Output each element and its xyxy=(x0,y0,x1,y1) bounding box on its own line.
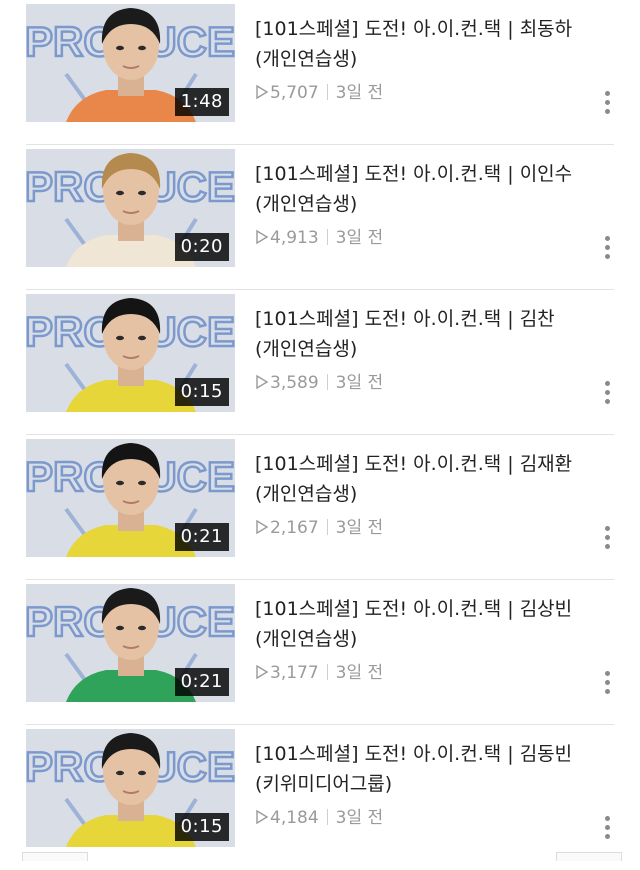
meta-divider xyxy=(326,519,328,535)
eye-shape xyxy=(116,335,124,341)
view-count: 4,913 xyxy=(270,228,319,248)
meta-divider xyxy=(326,664,328,680)
video-title[interactable]: [101스페셜] 도전! 아.이.컨.택 | 김상빈 (개인연습생) xyxy=(255,594,595,654)
bottom-tab-edge xyxy=(22,852,88,861)
video-meta: 5,707 3일 전 xyxy=(255,78,383,108)
video-meta: 4,913 3일 전 xyxy=(255,223,383,253)
duration-badge: 0:21 xyxy=(174,523,229,551)
video-thumbnail[interactable]: PRODUCE 1:48 xyxy=(26,4,235,122)
video-list-item[interactable]: PRODUCE 0:15 [101스페셜] 도전! 아.이.컨.택 | 김동빈 … xyxy=(0,725,640,870)
play-count-icon xyxy=(256,84,269,100)
more-options-icon[interactable] xyxy=(602,378,614,408)
play-count-icon xyxy=(256,374,269,390)
eye-shape xyxy=(138,190,146,196)
video-meta: 3,589 3일 전 xyxy=(255,368,383,398)
video-thumbnail[interactable]: PRODUCE 0:20 xyxy=(26,149,235,267)
video-thumbnail[interactable]: PRODUCE 0:21 xyxy=(26,584,235,702)
eye-shape xyxy=(138,625,146,631)
video-list-item[interactable]: PRODUCE 0:15 [101스페셜] 도전! 아.이.컨.택 | 김찬 (… xyxy=(0,290,640,435)
bottom-tab-edge xyxy=(556,852,622,861)
video-title[interactable]: [101스페셜] 도전! 아.이.컨.택 | 이인수 (개인연습생) xyxy=(255,159,595,219)
play-count-icon xyxy=(256,519,269,535)
video-thumbnail[interactable]: PRODUCE 0:15 xyxy=(26,294,235,412)
duration-badge: 0:20 xyxy=(174,233,229,261)
eye-shape xyxy=(138,335,146,341)
more-options-icon[interactable] xyxy=(602,668,614,698)
video-thumbnail[interactable]: PRODUCE 0:21 xyxy=(26,439,235,557)
upload-age: 3일 전 xyxy=(335,83,384,103)
eye-shape xyxy=(116,770,124,776)
duration-badge: 0:15 xyxy=(174,813,229,841)
meta-divider xyxy=(326,84,328,100)
view-count: 2,167 xyxy=(270,518,319,538)
view-count: 5,707 xyxy=(270,83,319,103)
video-list-item[interactable]: PRODUCE 1:48 [101스페셜] 도전! 아.이.컨.택 | 최동하 … xyxy=(0,0,640,145)
video-list-item[interactable]: PRODUCE 0:21 [101스페셜] 도전! 아.이.컨.택 | 김재환 … xyxy=(0,435,640,580)
duration-badge: 1:48 xyxy=(174,88,229,116)
eye-shape xyxy=(138,480,146,486)
view-count: 3,589 xyxy=(270,373,319,393)
video-title[interactable]: [101스페셜] 도전! 아.이.컨.택 | 김찬 (개인연습생) xyxy=(255,304,595,364)
more-options-icon[interactable] xyxy=(602,813,614,843)
video-title[interactable]: [101스페셜] 도전! 아.이.컨.택 | 김재환 (개인연습생) xyxy=(255,449,595,509)
upload-age: 3일 전 xyxy=(335,518,384,538)
view-count: 3,177 xyxy=(270,663,319,683)
eye-shape xyxy=(116,45,124,51)
video-meta: 4,184 3일 전 xyxy=(255,803,383,833)
duration-badge: 0:21 xyxy=(174,668,229,696)
eye-shape xyxy=(116,190,124,196)
upload-age: 3일 전 xyxy=(335,808,384,828)
play-count-icon xyxy=(256,229,269,245)
eye-shape xyxy=(138,770,146,776)
video-title[interactable]: [101스페셜] 도전! 아.이.컨.택 | 김동빈 (키위미디어그룹) xyxy=(255,739,595,799)
video-title[interactable]: [101스페셜] 도전! 아.이.컨.택 | 최동하 (개인연습생) xyxy=(255,14,595,74)
play-count-icon xyxy=(256,809,269,825)
view-count: 4,184 xyxy=(270,808,319,828)
meta-divider xyxy=(326,229,328,245)
video-thumbnail[interactable]: PRODUCE 0:15 xyxy=(26,729,235,847)
video-list-item[interactable]: PRODUCE 0:21 [101스페셜] 도전! 아.이.컨.택 | 김상빈 … xyxy=(0,580,640,725)
video-meta: 3,177 3일 전 xyxy=(255,658,383,688)
more-options-icon[interactable] xyxy=(602,88,614,118)
video-meta: 2,167 3일 전 xyxy=(255,513,383,543)
meta-divider xyxy=(326,374,328,390)
eye-shape xyxy=(138,45,146,51)
upload-age: 3일 전 xyxy=(335,228,384,248)
more-options-icon[interactable] xyxy=(602,523,614,553)
upload-age: 3일 전 xyxy=(335,373,384,393)
more-options-icon[interactable] xyxy=(602,233,614,263)
eye-shape xyxy=(116,625,124,631)
upload-age: 3일 전 xyxy=(335,663,384,683)
duration-badge: 0:15 xyxy=(174,378,229,406)
video-list-item[interactable]: PRODUCE 0:20 [101스페셜] 도전! 아.이.컨.택 | 이인수 … xyxy=(0,145,640,290)
play-count-icon xyxy=(256,664,269,680)
meta-divider xyxy=(326,809,328,825)
eye-shape xyxy=(116,480,124,486)
